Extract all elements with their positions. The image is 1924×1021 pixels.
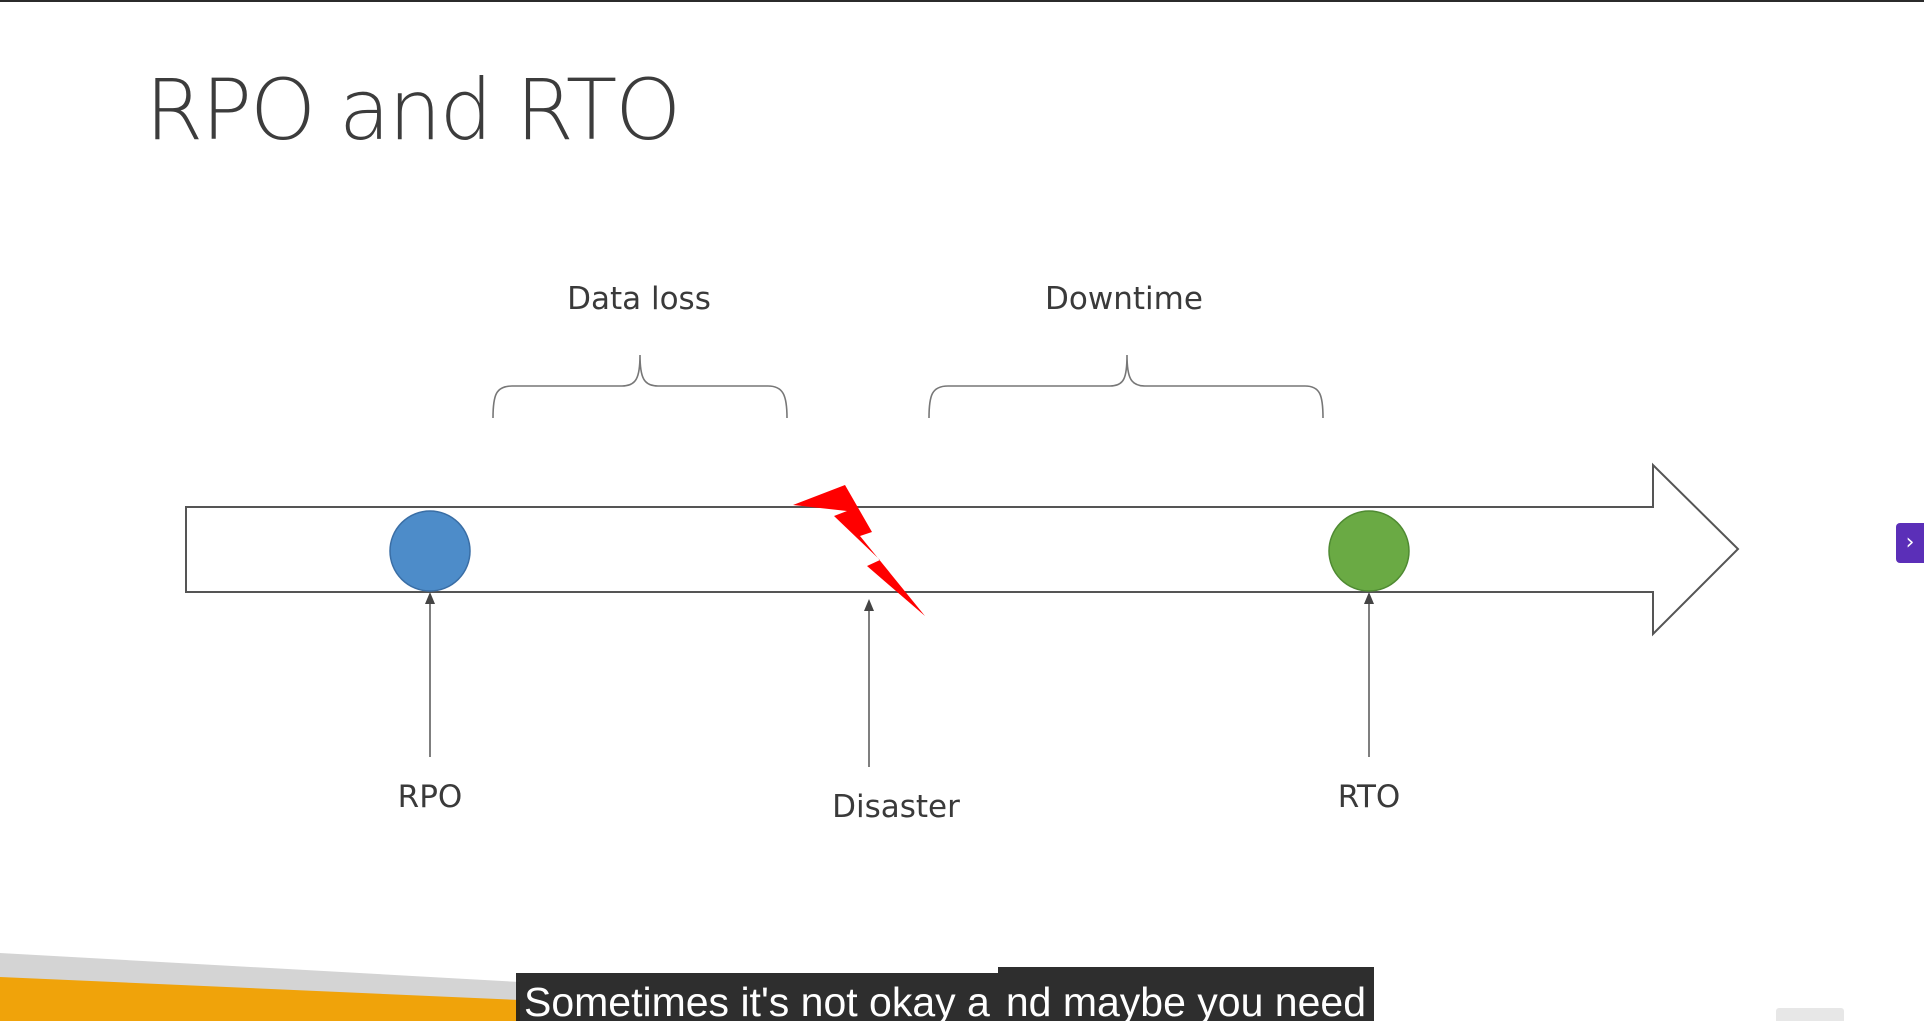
rto-label: RTO [1338,779,1401,815]
subtitle-caption: Sometimes it's not okay a nd maybe you n… [516,967,1375,1021]
caption-text-part-2: nd maybe you need [997,967,1375,1021]
rto-pointer-arrow [1364,592,1374,757]
rpo-pointer-arrow [425,592,435,757]
rpo-rto-diagram: Data loss Downtime RPO Disaster RTO [0,281,1740,1021]
downtime-brace [928,354,1324,419]
next-slide-button[interactable]: › [1896,523,1924,563]
downtime-label: Downtime [1045,281,1203,317]
player-control-tab[interactable] [1776,1008,1844,1021]
data-loss-label: Data loss [567,281,711,317]
disaster-pointer-arrow [864,599,874,767]
rpo-circle [389,510,471,592]
data-loss-brace [492,354,788,419]
slide-canvas: RPO and RTO Data loss Downtime RPO Disas… [0,0,1924,1021]
disaster-label: Disaster [832,789,960,825]
caption-text-part-1: Sometimes it's not okay a [516,973,998,1021]
rto-circle [1328,510,1410,592]
rpo-label: RPO [398,779,463,815]
chevron-right-icon: › [1905,530,1915,555]
